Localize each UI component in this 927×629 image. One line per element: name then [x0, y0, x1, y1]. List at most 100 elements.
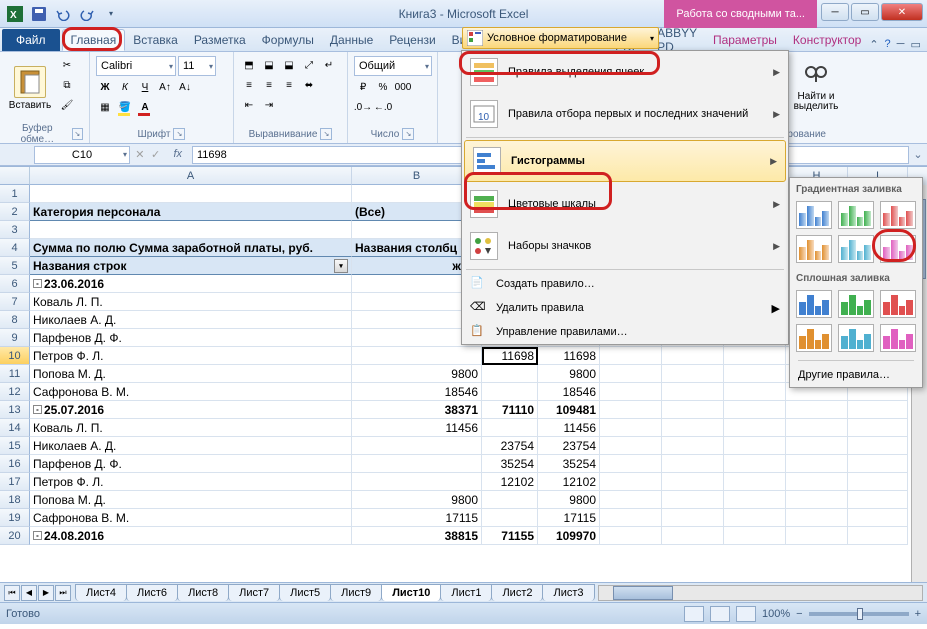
cell[interactable]	[482, 419, 538, 437]
cell[interactable]: Коваль Л. П.	[30, 419, 352, 437]
tab-layout[interactable]: Разметка	[186, 29, 254, 51]
cell[interactable]: Коваль Л. П.	[30, 293, 352, 311]
collapse-icon[interactable]: -	[33, 405, 42, 414]
gradient-red[interactable]	[880, 201, 916, 229]
cell[interactable]: 23754	[538, 437, 600, 455]
cancel-formula-icon[interactable]: ✕	[135, 148, 144, 161]
cell[interactable]: 109970	[538, 527, 600, 545]
cell[interactable]: 9800	[352, 491, 482, 509]
help-icon[interactable]: ?	[885, 38, 891, 51]
cell[interactable]	[600, 473, 662, 491]
cell[interactable]	[724, 473, 786, 491]
fx-icon[interactable]: fx	[167, 148, 189, 161]
cell[interactable]	[662, 419, 724, 437]
tab-pivot-design[interactable]: Конструктор	[785, 29, 869, 51]
horizontal-scrollbar[interactable]	[598, 585, 923, 601]
cell[interactable]: Сафронова В. М.	[30, 509, 352, 527]
minimize-button[interactable]: ─	[821, 3, 849, 21]
decrease-indent-icon[interactable]: ⇤	[240, 96, 258, 114]
cell[interactable]	[662, 437, 724, 455]
wrap-text-icon[interactable]: ↵	[320, 56, 338, 74]
cell[interactable]: 12102	[538, 473, 600, 491]
gradient-lightblue[interactable]	[838, 235, 874, 263]
page-break-view-icon[interactable]	[736, 606, 756, 622]
fill-color-icon[interactable]: 🪣	[116, 98, 134, 116]
cell[interactable]	[662, 473, 724, 491]
cell[interactable]	[786, 509, 848, 527]
col-header-a[interactable]: A	[30, 167, 352, 185]
cut-icon[interactable]: ✂	[58, 56, 76, 74]
sheet-next-icon[interactable]: ▶	[38, 585, 54, 601]
cf-new-rule[interactable]: 📄Создать правило…	[462, 272, 788, 296]
cell[interactable]	[848, 491, 908, 509]
row-header[interactable]: 8	[0, 311, 30, 329]
cell[interactable]: -25.07.2016	[30, 401, 352, 419]
number-launcher[interactable]: ↘	[402, 128, 414, 140]
minimize-ribbon-icon[interactable]: ⌃	[869, 38, 878, 51]
cell[interactable]	[600, 527, 662, 545]
filter-dropdown-icon[interactable]: ▾	[334, 259, 348, 273]
zoom-in-icon[interactable]: +	[915, 608, 921, 620]
sheet-tab[interactable]: Лист5	[279, 584, 331, 601]
sheet-tab[interactable]: Лист9	[330, 584, 382, 601]
cell[interactable]	[482, 509, 538, 527]
cell[interactable]	[600, 401, 662, 419]
align-left-icon[interactable]: ≡	[240, 76, 258, 94]
cell[interactable]: 12102	[482, 473, 538, 491]
cf-top-bottom-rules[interactable]: 10 Правила отбора первых и последних зна…	[462, 93, 788, 135]
cell[interactable]	[724, 401, 786, 419]
tab-review[interactable]: Рецензи	[381, 29, 443, 51]
cell[interactable]	[662, 527, 724, 545]
cell[interactable]	[600, 383, 662, 401]
cf-clear-rules[interactable]: ⌫Удалить правила▶	[462, 296, 788, 320]
tab-data[interactable]: Данные	[322, 29, 381, 51]
sheet-tab[interactable]: Лист3	[542, 584, 594, 601]
row-header[interactable]: 6	[0, 275, 30, 293]
cell[interactable]	[482, 383, 538, 401]
cell[interactable]: 71110	[482, 401, 538, 419]
number-format-combo[interactable]: Общий	[354, 56, 432, 76]
sheet-tab[interactable]: Лист6	[126, 584, 178, 601]
cell[interactable]	[352, 473, 482, 491]
sheet-tab[interactable]: Лист8	[177, 584, 229, 601]
cell[interactable]: 9800	[352, 365, 482, 383]
cell[interactable]: Сумма по полю Сумма заработной платы, ру…	[30, 239, 352, 257]
currency-icon[interactable]: ₽	[354, 78, 372, 96]
accept-formula-icon[interactable]: ✓	[151, 148, 160, 161]
sheet-tab[interactable]: Лист1	[440, 584, 492, 601]
cell[interactable]: 17115	[352, 509, 482, 527]
cell[interactable]: Парфенов Д. Ф.	[30, 329, 352, 347]
cell[interactable]	[724, 347, 786, 365]
cell[interactable]	[724, 365, 786, 383]
row-header[interactable]: 4	[0, 239, 30, 257]
cell[interactable]: Петров Ф. Л.	[30, 347, 352, 365]
collapse-icon[interactable]: -	[33, 531, 42, 540]
row-header[interactable]: 5	[0, 257, 30, 275]
comma-icon[interactable]: 000	[394, 78, 412, 96]
cell[interactable]	[662, 347, 724, 365]
cell[interactable]	[600, 437, 662, 455]
cell[interactable]	[30, 221, 352, 239]
solid-green[interactable]	[838, 290, 874, 318]
cell[interactable]: 11456	[352, 419, 482, 437]
cell[interactable]	[662, 455, 724, 473]
cell[interactable]	[600, 509, 662, 527]
cell[interactable]: 38371	[352, 401, 482, 419]
solid-orange[interactable]	[796, 324, 832, 352]
cell[interactable]	[724, 419, 786, 437]
cell[interactable]: -24.08.2016	[30, 527, 352, 545]
sheet-last-icon[interactable]: ⏭	[55, 585, 71, 601]
conditional-formatting-button[interactable]: Условное форматирование ▾	[462, 27, 659, 49]
cell[interactable]	[786, 419, 848, 437]
merge-icon[interactable]: ⬌	[300, 76, 318, 94]
underline-icon[interactable]: Ч	[136, 78, 154, 96]
cell[interactable]	[848, 473, 908, 491]
cell[interactable]	[786, 455, 848, 473]
cell[interactable]	[482, 365, 538, 383]
gradient-blue[interactable]	[796, 201, 832, 229]
row-header[interactable]: 20	[0, 527, 30, 545]
cell[interactable]	[848, 509, 908, 527]
cell[interactable]	[786, 473, 848, 491]
close-button[interactable]: ✕	[881, 3, 923, 21]
sheet-tab[interactable]: Лист4	[75, 584, 127, 601]
